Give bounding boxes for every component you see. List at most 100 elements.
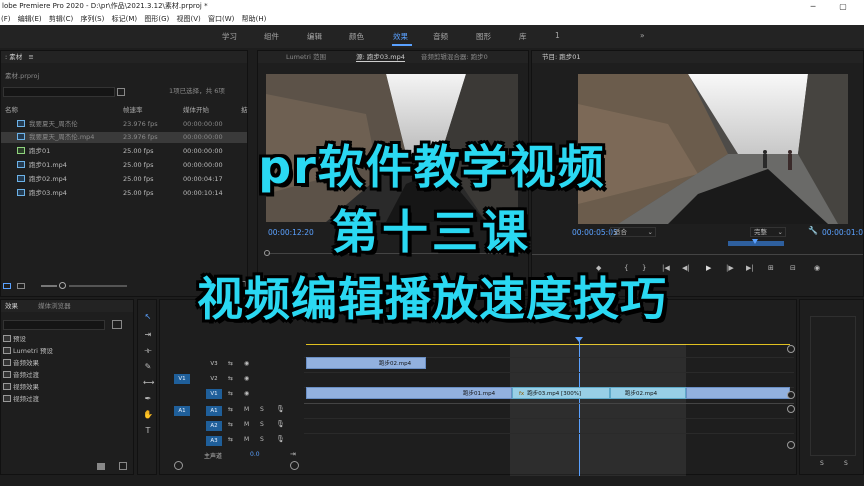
razor-tool-icon[interactable]: ✎ [143,362,153,372]
column-media-start[interactable]: 媒体开始 [183,105,209,116]
vertical-scroll-knob[interactable] [787,405,795,413]
solo-icon[interactable]: S [260,421,264,428]
track-a3-label[interactable]: A3 [206,436,222,446]
ripple-edit-tool-icon[interactable]: ⟛ [143,346,153,356]
horizontal-scroll-start[interactable] [174,461,183,470]
mic-icon[interactable]: 🎙 [276,405,285,413]
effects-folder[interactable]: 视频过渡 [3,394,39,405]
menu-window[interactable]: 窗口(W) [208,13,234,25]
audio-mixer-tab[interactable]: 音频剪辑混合器: 跑步0 [421,53,488,61]
workspace-libraries[interactable]: 库 [519,31,527,42]
timeline-clip[interactable]: 跑步02.mp4 [610,387,686,399]
delete-icon[interactable] [119,462,127,470]
sync-lock-icon[interactable]: ⇆ [228,390,233,397]
item-start: 00:00:00:00 [183,120,223,128]
sync-lock-icon[interactable]: ⇆ [228,360,233,367]
mic-icon[interactable]: 🎙 [276,420,285,428]
workspace-more-icon[interactable]: » [640,31,645,40]
workspace-effects[interactable]: 效果 [393,31,408,42]
timeline-playhead[interactable] [579,338,580,476]
effects-folder[interactable]: 音频效果 [3,358,39,369]
horizontal-scroll-end[interactable] [290,461,299,470]
track-v2-label[interactable]: V2 [206,374,222,384]
workspace-learn[interactable]: 学习 [222,31,237,42]
menu-markers[interactable]: 标记(M) [112,13,138,25]
type-tool-icon[interactable]: T [143,426,153,436]
panel-menu-icon[interactable]: ≡ [28,53,33,61]
source-patch-v1[interactable]: V1 [174,374,190,384]
eye-icon[interactable]: ◉ [244,375,249,382]
menu-file[interactable]: (F) [1,13,11,25]
master-volume-value[interactable]: 0.0 [250,451,260,458]
new-bin-icon[interactable] [117,88,125,96]
folder-icon [3,395,11,402]
vertical-scroll-knob[interactable] [787,391,795,399]
source-tab[interactable]: 源: 跑步03.mp4 [356,53,405,62]
pen-tool-icon[interactable]: ✒ [143,394,153,404]
lumetri-scopes-tab[interactable]: Lumetri 范围 [286,53,326,61]
menu-edit[interactable]: 编辑(E) [18,13,42,25]
solo-icon[interactable]: S [260,436,264,443]
clip-label: 跑步02.mp4 [625,391,658,397]
timeline-clip[interactable]: 跑步01.mp4 [306,387,512,399]
menu-bar: (F) 编辑(E) 剪辑(C) 序列(S) 标记(M) 图形(G) 视图(V) … [0,13,864,25]
menu-help[interactable]: 帮助(H) [242,13,267,25]
project-search-input[interactable] [3,87,115,97]
effects-folder[interactable]: 预设 [3,334,26,345]
project-tab[interactable]: : 素材 ≡ [1,51,247,63]
workspace-audio[interactable]: 音频 [433,31,448,42]
slip-tool-icon[interactable]: ⟷ [143,378,154,388]
project-item[interactable]: 我要夏天_周杰伦 23.976 fps 00:00:00:00 [1,119,247,130]
timeline-playhead-head[interactable] [575,337,583,342]
effects-folder[interactable]: Lumetri 预设 [3,346,53,357]
mute-icon[interactable]: M [244,421,249,428]
timeline-clip-tail[interactable] [686,387,790,399]
new-bin-icon[interactable] [97,463,105,470]
hand-tool-icon[interactable]: ✋ [143,410,153,420]
effects-folder[interactable]: 音频过渡 [3,370,39,381]
vertical-scroll-knob[interactable] [787,441,795,449]
mute-icon[interactable]: M [244,436,249,443]
track-separator [304,372,794,373]
workspace-color[interactable]: 颜色 [349,31,364,42]
track-v3-label[interactable]: V3 [206,359,222,369]
eye-icon[interactable]: ◉ [244,390,249,397]
timeline-clip-speed[interactable]: fx 跑步03.mp4 [300%] [512,387,610,399]
workspace-editing[interactable]: 编辑 [307,31,322,42]
track-a2-label[interactable]: A2 [206,421,222,431]
eye-icon[interactable]: ◉ [244,360,249,367]
track-select-tool-icon[interactable]: ⇥ [143,330,153,340]
meter-solo-left[interactable]: S [820,460,824,467]
menu-view[interactable]: 视图(V) [176,13,200,25]
track-v1-label[interactable]: V1 [206,389,222,399]
column-extra[interactable]: 掂 [241,105,248,116]
workspace-graphics[interactable]: 图形 [476,31,491,42]
timeline-clip[interactable]: 跑步02.mp4 [306,357,426,369]
menu-graphics[interactable]: 图形(G) [144,13,169,25]
menu-clip[interactable]: 剪辑(C) [49,13,73,25]
column-name[interactable]: 名称 [5,106,18,114]
menu-sequence[interactable]: 序列(S) [80,13,104,25]
workspace-custom[interactable]: 1 [555,31,560,40]
folder-icon [3,347,11,354]
folder-icon [3,335,11,342]
mic-icon[interactable]: 🎙 [276,435,285,443]
sync-lock-icon[interactable]: ⇆ [228,375,233,382]
effects-folder[interactable]: 视频效果 [3,382,39,393]
column-frame-rate[interactable]: 帧速率 [123,105,143,116]
solo-icon[interactable]: S [260,406,264,413]
sync-lock-icon[interactable]: ⇆ [228,436,233,443]
sync-lock-icon[interactable]: ⇆ [228,421,233,428]
minimize-button[interactable]: ─ [802,0,824,13]
meter-solo-right[interactable]: S [844,460,848,467]
mute-icon[interactable]: M [244,406,249,413]
master-skip-icon[interactable]: ⇥ [290,450,296,458]
overlay-title-line3: 视频编辑播放速度技巧 [197,272,667,326]
maximize-button[interactable]: ▢ [832,0,854,13]
program-tab[interactable]: 节目: 跑步01 [532,51,863,63]
track-a1-label[interactable]: A1 [206,406,222,416]
vertical-scroll-knob[interactable] [787,345,795,353]
sync-lock-icon[interactable]: ⇆ [228,406,233,413]
source-patch-a1[interactable]: A1 [174,406,190,416]
workspace-assembly[interactable]: 组件 [264,31,279,42]
